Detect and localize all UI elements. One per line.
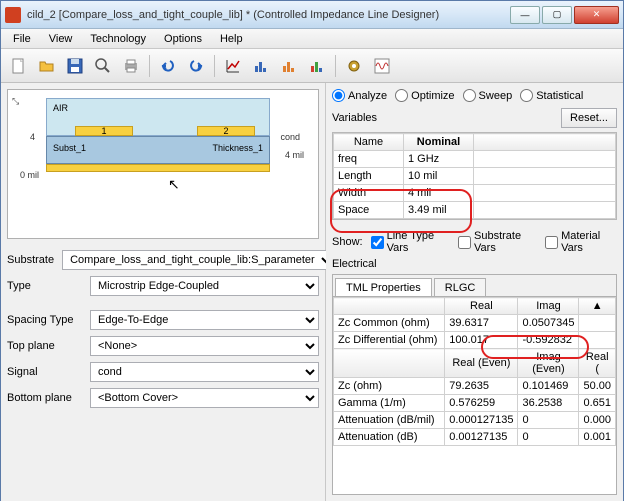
table-row: Zc (ohm)79.26350.10146950.00 <box>334 378 616 395</box>
app-icon <box>5 7 21 23</box>
reset-button[interactable]: Reset... <box>561 108 617 128</box>
table-row: Attenuation (dB/mil)0.00012713500.000 <box>334 412 616 429</box>
waveform-icon[interactable] <box>370 54 394 78</box>
table-row: Space3.49 mil <box>334 202 616 219</box>
chart-bar-multi-icon[interactable] <box>305 54 329 78</box>
cond-label: cond <box>280 132 300 142</box>
variables-table[interactable]: NameNominal freq1 GHz Length10 mil Width… <box>333 133 616 219</box>
bottom-plane-label: Bottom plane <box>7 392 82 404</box>
table-row: Gamma (1/m)0.57625936.25380.651 <box>334 395 616 412</box>
electrical-label: Electrical <box>332 258 617 270</box>
y-axis-0mil: 0 mil <box>20 170 39 180</box>
mode-sweep[interactable]: Sweep <box>463 89 513 102</box>
close-button[interactable]: ✕ <box>574 6 619 24</box>
mode-analyze[interactable]: Analyze <box>332 89 387 102</box>
menu-help[interactable]: Help <box>212 31 251 47</box>
open-icon[interactable] <box>35 54 59 78</box>
subst-label: Subst_1 <box>53 143 86 153</box>
redo-icon[interactable] <box>184 54 208 78</box>
type-select[interactable]: Microstrip Edge-Coupled <box>90 276 319 296</box>
tab-tml[interactable]: TML Properties <box>335 278 432 297</box>
tab-rlgc[interactable]: RLGC <box>434 278 487 297</box>
check-substrate[interactable]: Substrate Vars <box>458 230 537 254</box>
table-row: Zc Common (ohm)39.63170.0507345 <box>334 315 616 332</box>
thickness-label: Thickness_1 <box>212 143 263 153</box>
window-title: cild_2 [Compare_loss_and_tight_couple_li… <box>27 9 508 21</box>
trace-1: 1 <box>75 126 133 136</box>
col-name: Name <box>334 134 404 151</box>
table-row: Length10 mil <box>334 168 616 185</box>
menu-technology[interactable]: Technology <box>82 31 154 47</box>
menu-options[interactable]: Options <box>156 31 210 47</box>
mode-statistical[interactable]: Statistical <box>520 89 583 102</box>
chart-bar-blue-icon[interactable] <box>249 54 273 78</box>
variables-label: Variables <box>332 112 377 124</box>
signal-label: Signal <box>7 366 82 378</box>
table-row: freq1 GHz <box>334 151 616 168</box>
table-row: Zc Differential (ohm)100.017-0.592832 <box>334 332 616 349</box>
chart-bar-orange-icon[interactable] <box>277 54 301 78</box>
cursor-icon: ↖ <box>168 176 180 193</box>
top-plane-label: Top plane <box>7 340 82 352</box>
print-icon[interactable] <box>119 54 143 78</box>
y-axis-4: 4 <box>30 132 35 142</box>
air-label: AIR <box>53 103 68 113</box>
table-row: Attenuation (dB)0.0012713500.001 <box>334 429 616 446</box>
substrate-select[interactable]: Compare_loss_and_tight_couple_lib:S_para… <box>62 250 335 270</box>
substrate-label: Substrate <box>7 254 54 266</box>
check-material[interactable]: Material Vars <box>545 230 617 254</box>
signal-select[interactable]: cond <box>90 362 319 382</box>
maximize-button[interactable]: ▢ <box>542 6 572 24</box>
menu-view[interactable]: View <box>41 31 81 47</box>
minimize-button[interactable]: — <box>510 6 540 24</box>
gear-icon[interactable] <box>342 54 366 78</box>
tml-table[interactable]: RealImag▲ Zc Common (ohm)39.63170.050734… <box>333 297 616 446</box>
show-label: Show: <box>332 236 363 248</box>
chart1-icon[interactable] <box>221 54 245 78</box>
top-plane-select[interactable]: <None> <box>90 336 319 356</box>
mode-optimize[interactable]: Optimize <box>395 89 454 102</box>
check-linetype[interactable]: Line Type Vars <box>371 230 450 254</box>
spacing-type-select[interactable]: Edge-To-Edge <box>90 310 319 330</box>
right-4mil: 4 mil <box>285 150 304 160</box>
bottom-plane-select[interactable]: <Bottom Cover> <box>90 388 319 408</box>
type-label: Type <box>7 280 82 292</box>
new-icon[interactable] <box>7 54 31 78</box>
spacing-type-label: Spacing Type <box>7 314 82 326</box>
save-icon[interactable] <box>63 54 87 78</box>
cross-section-view[interactable]: ⤡ AIR 1 2 Subst_1 Thickness_1 4 cond 4 m… <box>7 89 319 239</box>
ground-layer <box>46 164 270 172</box>
menu-file[interactable]: File <box>5 31 39 47</box>
table-row: Width4 mil <box>334 185 616 202</box>
zoom-icon[interactable] <box>91 54 115 78</box>
trace-2: 2 <box>197 126 255 136</box>
undo-icon[interactable] <box>156 54 180 78</box>
col-nominal: Nominal <box>404 134 474 151</box>
